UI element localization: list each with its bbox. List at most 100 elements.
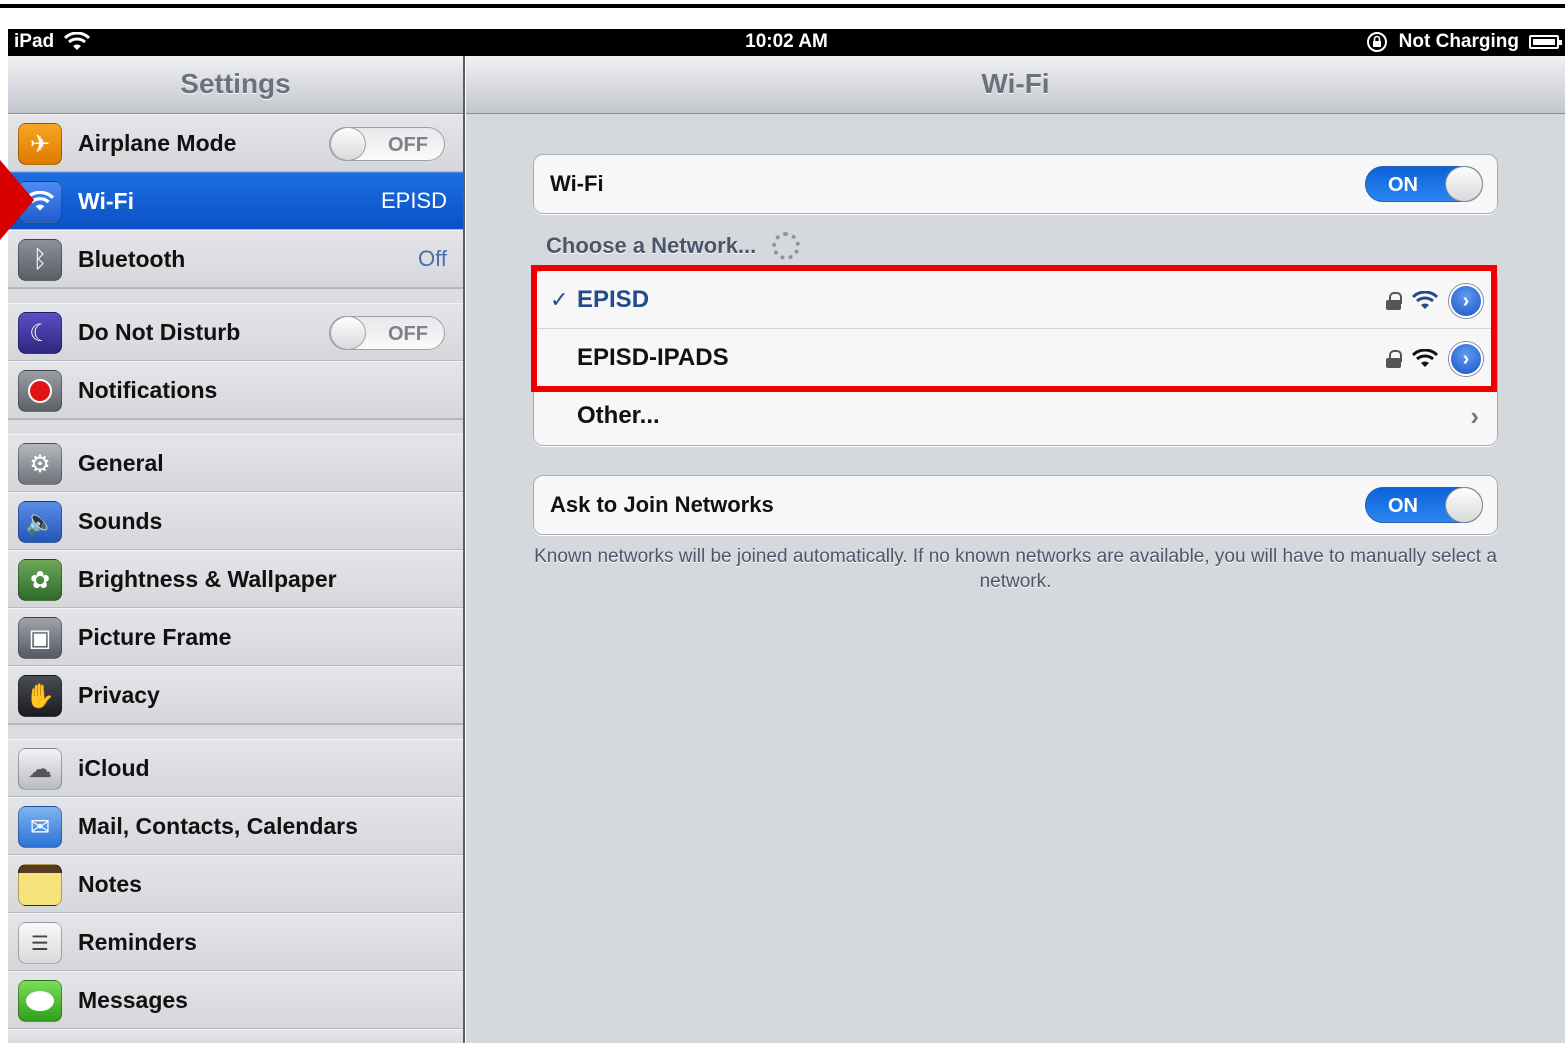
reminders-icon: ☰ — [18, 922, 62, 964]
sidebar-item-value: Off — [418, 246, 447, 271]
choose-network-header: Choose a Network... — [546, 232, 801, 260]
pointer-arrow — [0, 160, 34, 240]
choose-network-label: Choose a Network... — [546, 233, 757, 258]
ask-to-join-row: Ask to Join Networks ON — [534, 476, 1497, 534]
wifi-detail-pane: Wi-Fi Wi-Fi ON Choose a Network... ✓ EPI… — [466, 56, 1565, 1043]
wifi-toggle-card: Wi-Fi ON — [533, 154, 1498, 214]
sidebar-item-label: Privacy — [78, 681, 160, 708]
sidebar-item-label: iCloud — [78, 754, 150, 781]
sidebar-item-label: Reminders — [78, 928, 197, 955]
network-name: EPISD — [577, 285, 650, 313]
switch-knob — [1445, 166, 1483, 202]
clock: 10:02 AM — [745, 31, 828, 52]
ask-to-join-label: Ask to Join Networks — [550, 492, 774, 517]
sidebar-item-icloud[interactable]: ☁ iCloud — [8, 739, 463, 797]
picture-frame-icon: ▣ — [18, 617, 62, 659]
battery-status: Not Charging — [1398, 31, 1519, 52]
wifi-strength-icon — [1411, 349, 1439, 367]
lock-icon — [1386, 350, 1402, 368]
top-border — [0, 0, 1565, 8]
wifi-strength-icon — [1411, 291, 1439, 309]
sidebar-item-do-not-disturb[interactable]: ☾ Do Not Disturb OFF — [8, 303, 463, 361]
lock-icon — [1386, 292, 1402, 310]
notes-icon — [18, 864, 62, 906]
cloud-icon: ☁ — [18, 748, 62, 790]
sidebar-item-notifications[interactable]: Notifications — [8, 361, 463, 419]
sidebar-item-label: General — [78, 449, 164, 476]
status-bar: iPad 10:02 AM Not Charging — [8, 29, 1565, 56]
ask-to-join-footnote: Known networks will be joined automatica… — [534, 546, 1497, 592]
network-row-episd-ipads[interactable]: EPISD-IPADS › — [534, 329, 1497, 387]
airplane-icon: ✈ — [18, 123, 62, 165]
sidebar-item-label: Notes — [78, 870, 142, 897]
sidebar-item-label: Sounds — [78, 507, 163, 534]
sidebar-item-label: Bluetooth — [78, 245, 186, 272]
rotation-lock-icon — [1366, 32, 1387, 52]
sidebar-group-connectivity: ✈ Airplane Mode OFF Wi-Fi EPISD ᛒ Blueto… — [8, 114, 463, 289]
switch-state: ON — [1388, 174, 1418, 196]
sidebar-item-label: Picture Frame — [78, 623, 232, 650]
switch-state: ON — [1388, 495, 1418, 517]
notifications-icon — [18, 370, 62, 412]
sidebar-item-label: Brightness & Wallpaper — [78, 565, 337, 592]
network-detail-button[interactable]: › — [1449, 284, 1483, 318]
network-list: ✓ EPISD › EPISD-IPADS › Other... › — [533, 270, 1498, 446]
mail-icon: ✉ — [18, 806, 62, 848]
switch-state: OFF — [388, 323, 428, 345]
switch-knob — [330, 127, 366, 161]
network-indicators: › — [1386, 342, 1483, 376]
sidebar-item-reminders[interactable]: ☰ Reminders — [8, 913, 463, 971]
bluetooth-icon: ᛒ — [18, 239, 62, 281]
sidebar-item-label: Messages — [78, 986, 188, 1013]
sidebar-item-label: Notifications — [78, 376, 218, 403]
battery-icon — [1529, 35, 1562, 49]
speaker-icon: 🔈 — [18, 501, 62, 543]
switch-knob — [330, 316, 366, 350]
sidebar-item-general[interactable]: ⚙ General — [8, 434, 463, 492]
switch-knob — [1445, 487, 1483, 523]
sidebar-group-alerts: ☾ Do Not Disturb OFF Notifications — [8, 303, 463, 420]
settings-sidebar: Settings ✈ Airplane Mode OFF Wi-Fi EPISD… — [8, 56, 465, 1043]
sidebar-item-privacy[interactable]: ✋ Privacy — [8, 666, 463, 724]
moon-icon: ☾ — [18, 312, 62, 354]
sidebar-item-picture-frame[interactable]: ▣ Picture Frame — [8, 608, 463, 666]
sidebar-item-wifi[interactable]: Wi-Fi EPISD — [8, 172, 463, 230]
group-spacer — [8, 289, 463, 303]
sidebar-item-brightness-wallpaper[interactable]: ✿ Brightness & Wallpaper — [8, 550, 463, 608]
network-row-episd[interactable]: ✓ EPISD › — [534, 271, 1497, 329]
gear-icon: ⚙ — [18, 443, 62, 485]
wifi-toggle-row: Wi-Fi ON — [534, 155, 1497, 213]
sidebar-item-airplane-mode[interactable]: ✈ Airplane Mode OFF — [8, 114, 463, 172]
other-network-label: Other... — [577, 402, 660, 429]
sidebar-item-bluetooth[interactable]: ᛒ Bluetooth Off — [8, 230, 463, 288]
ask-to-join-card: Ask to Join Networks ON — [533, 475, 1498, 535]
network-detail-button[interactable]: › — [1449, 342, 1483, 376]
sidebar-title: Settings — [8, 56, 463, 114]
chevron-right-icon: › — [1470, 400, 1479, 431]
sidebar-item-label: Do Not Disturb — [78, 318, 241, 345]
sidebar-item-label: Mail, Contacts, Calendars — [78, 812, 358, 839]
sidebar-item-sounds[interactable]: 🔈 Sounds — [8, 492, 463, 550]
wifi-switch[interactable]: ON — [1365, 166, 1483, 202]
hand-icon: ✋ — [18, 675, 62, 717]
sidebar-group-apps: ☁ iCloud ✉ Mail, Contacts, Calendars Not… — [8, 739, 463, 1043]
sidebar-item-notes[interactable]: Notes — [8, 855, 463, 913]
switch-state: OFF — [388, 134, 428, 156]
airplane-mode-switch[interactable]: OFF — [329, 127, 445, 161]
group-spacer — [8, 420, 463, 434]
messages-icon — [18, 980, 62, 1022]
wifi-toggle-label: Wi-Fi — [550, 171, 604, 196]
sidebar-item-messages[interactable]: Messages — [8, 971, 463, 1029]
sidebar-item-value: EPISD — [380, 188, 447, 213]
checkmark-icon: ✓ — [550, 286, 569, 312]
flower-icon: ✿ — [18, 559, 62, 601]
sidebar-item-partial — [8, 1029, 463, 1043]
do-not-disturb-switch[interactable]: OFF — [329, 316, 445, 350]
group-spacer — [8, 725, 463, 739]
ask-to-join-switch[interactable]: ON — [1365, 487, 1483, 523]
network-row-other[interactable]: Other... › — [534, 387, 1497, 445]
network-indicators: › — [1386, 284, 1483, 318]
page-title: Wi-Fi — [466, 56, 1565, 114]
sidebar-item-label: Wi-Fi — [78, 187, 134, 214]
sidebar-item-mail-contacts-calendars[interactable]: ✉ Mail, Contacts, Calendars — [8, 797, 463, 855]
